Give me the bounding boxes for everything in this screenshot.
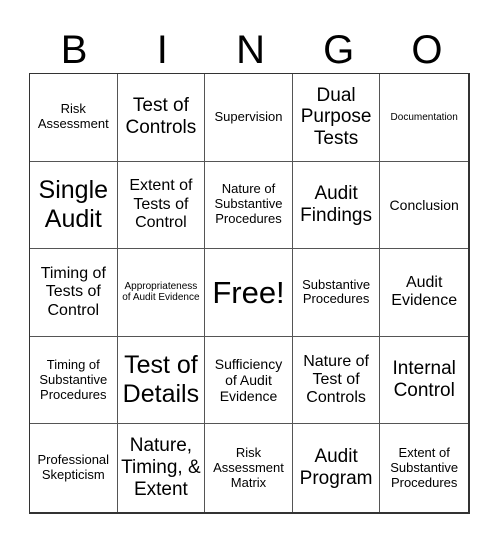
bingo-cell[interactable]: Substantive Procedures xyxy=(292,249,381,337)
bingo-cell[interactable]: Professional Skepticism xyxy=(30,424,118,512)
bingo-cell[interactable]: Conclusion xyxy=(380,162,468,250)
bingo-cell[interactable]: Nature of Test of Controls xyxy=(292,336,381,425)
bingo-cell[interactable]: Timing of Tests of Control xyxy=(30,249,118,337)
bingo-cell[interactable]: Documentation xyxy=(380,74,468,162)
bingo-cell[interactable]: Timing of Substantive Procedures xyxy=(30,336,118,425)
bingo-cell[interactable]: Audit Findings xyxy=(292,161,381,250)
bingo-cell[interactable]: Audit Evidence xyxy=(380,249,468,337)
bingo-cell[interactable]: Risk Assessment Matrix xyxy=(205,424,293,512)
bingo-cell[interactable]: Supervision xyxy=(205,74,293,162)
bingo-cell[interactable]: Risk Assessment xyxy=(30,74,118,162)
header-letter-n: N xyxy=(236,28,265,72)
header-letter-g: G xyxy=(323,28,355,72)
bingo-cell[interactable]: Test of Controls xyxy=(117,74,206,162)
bingo-cell[interactable]: Internal Control xyxy=(380,337,468,425)
bingo-cell[interactable]: Nature of Substantive Procedures xyxy=(205,161,293,250)
bingo-cell[interactable]: Extent of Substantive Procedures xyxy=(380,424,468,512)
header-letter-o: O xyxy=(411,28,443,72)
bingo-cell[interactable]: Single Audit xyxy=(30,161,118,250)
bingo-cell[interactable]: Dual Purpose Tests xyxy=(292,74,381,162)
bingo-cell[interactable]: Appropriateness of Audit Evidence xyxy=(117,249,206,337)
bingo-header: B I N G O xyxy=(30,26,471,74)
bingo-cell[interactable]: Audit Program xyxy=(293,424,381,512)
bingo-cell[interactable]: Nature, Timing, & Extent xyxy=(118,424,206,512)
header-letter-b: B xyxy=(60,28,88,72)
bingo-cell[interactable]: Test of Details xyxy=(117,336,206,425)
bingo-cell-free[interactable]: Free! xyxy=(205,249,293,337)
bingo-cell[interactable]: Extent of Tests of Control xyxy=(117,161,206,250)
bingo-cell[interactable]: Sufficiency of Audit Evidence xyxy=(205,336,293,425)
header-letter-i: I xyxy=(156,28,168,72)
bingo-card-grid: Risk Assessment Test of Controls Supervisi… xyxy=(29,73,470,514)
